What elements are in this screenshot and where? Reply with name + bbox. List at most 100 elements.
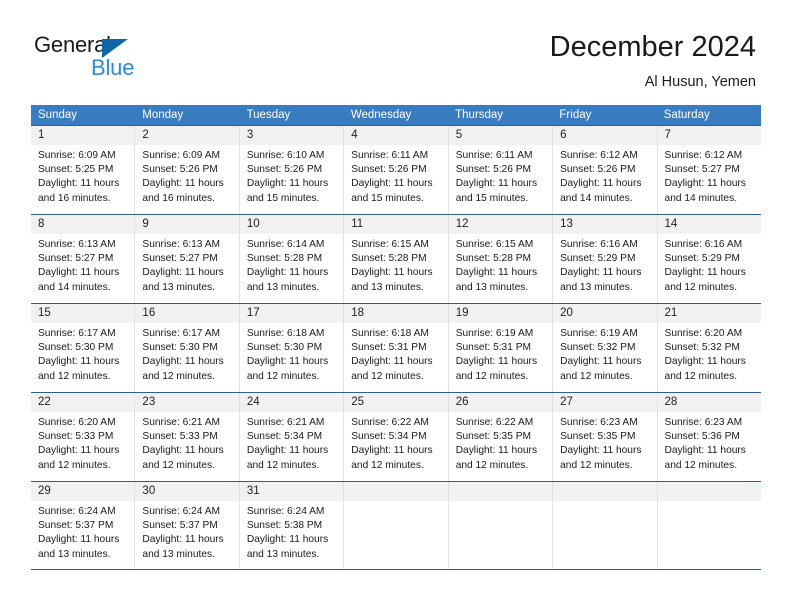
- day-cell[interactable]: 27 Sunrise: 6:23 AM Sunset: 5:35 PM Dayligh…: [553, 393, 658, 481]
- day-number-band: 16: [135, 304, 239, 323]
- day-cell[interactable]: 3 Sunrise: 6:10 AM Sunset: 5:26 PM Daylight…: [239, 126, 345, 214]
- day-cell[interactable]: 19 Sunrise: 6:19 AM Sunset: 5:31 PM Dayligh…: [448, 304, 554, 392]
- day-number-band: 27: [553, 393, 657, 412]
- day-number: 28: [664, 396, 678, 408]
- day-number: 29: [38, 485, 51, 497]
- day-cell[interactable]: 30 Sunrise: 6:24 AM Sunset: 5:37 PM Dayligh…: [135, 482, 240, 569]
- day-number-band: 30: [135, 482, 239, 501]
- day-cell[interactable]: 28 Sunrise: 6:23 AM Sunset: 5:36 PM Dayligh…: [657, 393, 761, 481]
- general-blue-logo[interactable]: General Blue: [34, 33, 214, 85]
- day-cell-empty: [344, 482, 449, 569]
- day-number: 3: [246, 129, 254, 141]
- sunset-text: Sunset: 5:31 PM: [351, 342, 427, 354]
- day-details: Sunrise: 6:24 AM Sunset: 5:37 PM Daylight:…: [135, 501, 238, 562]
- day-cell[interactable]: 16 Sunrise: 6:17 AM Sunset: 5:30 PM Dayligh…: [135, 304, 240, 392]
- page-title: December 2024: [549, 31, 756, 63]
- day-cell[interactable]: 10 Sunrise: 6:14 AM Sunset: 5:28 PM Dayligh…: [239, 215, 345, 303]
- sunset-text: Sunset: 5:33 PM: [38, 431, 114, 443]
- sunset-text: Sunset: 5:28 PM: [246, 253, 323, 265]
- day-cell[interactable]: 7 Sunrise: 6:12 AM Sunset: 5:27 PM Daylight…: [657, 126, 761, 214]
- daylight-text-line2: and 13 minutes.: [38, 548, 111, 560]
- logo-text-blue: Blue: [91, 55, 135, 80]
- day-cell[interactable]: 17 Sunrise: 6:18 AM Sunset: 5:30 PM Dayligh…: [239, 304, 345, 392]
- day-cell[interactable]: 2 Sunrise: 6:09 AM Sunset: 5:26 PM Daylight…: [135, 126, 240, 214]
- sunset-text: Sunset: 5:34 PM: [351, 431, 427, 443]
- day-cell[interactable]: 23 Sunrise: 6:21 AM Sunset: 5:33 PM Dayligh…: [135, 393, 240, 481]
- sunset-text: Sunset: 5:36 PM: [664, 431, 740, 443]
- day-cell[interactable]: 6 Sunrise: 6:12 AM Sunset: 5:26 PM Daylight…: [553, 126, 658, 214]
- day-number: 11: [351, 218, 364, 230]
- logo-text-general: General: [34, 32, 111, 57]
- day-number: 8: [38, 218, 45, 230]
- sunset-text: Sunset: 5:25 PM: [38, 164, 114, 176]
- day-number-band: 15: [31, 304, 135, 323]
- weekday-header-row: Sunday Monday Tuesday Wednesday Thursday Frid…: [31, 105, 761, 125]
- day-cell[interactable]: 13 Sunrise: 6:16 AM Sunset: 5:29 PM Dayligh…: [553, 215, 658, 303]
- day-cell[interactable]: 5 Sunrise: 6:11 AM Sunset: 5:26 PM Daylight…: [448, 126, 554, 214]
- day-cell[interactable]: 21 Sunrise: 6:20 AM Sunset: 5:32 PM Dayligh…: [657, 304, 761, 392]
- daylight-text-line2: and 12 minutes.: [246, 459, 320, 471]
- daylight-text-line1: Daylight: 11 hours: [560, 445, 642, 457]
- calendar-week-row: 22 Sunrise: 6:20 AM Sunset: 5:33 PM Dayligh…: [31, 392, 761, 481]
- title-block: December 2024 Al Husun, Yemen: [550, 30, 756, 92]
- weekday-header-wednesday: Wednesday: [350, 109, 412, 121]
- daylight-text-line2: and 12 minutes.: [38, 459, 111, 471]
- sunset-text: Sunset: 5:26 PM: [455, 164, 532, 176]
- daylight-text-line2: and 12 minutes.: [38, 370, 111, 382]
- sunrise-text: Sunrise: 6:16 AM: [664, 239, 743, 250]
- day-number-band: [657, 482, 761, 501]
- day-cell[interactable]: 25 Sunrise: 6:22 AM Sunset: 5:34 PM Dayligh…: [344, 393, 449, 481]
- day-number: 24: [246, 396, 260, 408]
- day-number-band: 2: [135, 126, 239, 145]
- sunrise-text: Sunrise: 6:18 AM: [351, 328, 429, 339]
- day-details: Sunrise: 6:13 AM Sunset: 5:27 PM Daylight:…: [135, 234, 238, 295]
- day-cell[interactable]: 29 Sunrise: 6:24 AM Sunset: 5:37 PM Dayligh…: [31, 482, 136, 569]
- day-cell[interactable]: 14 Sunrise: 6:16 AM Sunset: 5:29 PM Dayligh…: [657, 215, 761, 303]
- day-details: Sunrise: 6:20 AM Sunset: 5:33 PM Daylight:…: [31, 412, 134, 473]
- day-cell[interactable]: 24 Sunrise: 6:21 AM Sunset: 5:34 PM Dayligh…: [239, 393, 345, 481]
- daylight-text-line1: Daylight: 11 hours: [246, 178, 329, 190]
- day-number: 6: [560, 129, 567, 141]
- daylight-text-line2: and 12 minutes.: [142, 370, 215, 382]
- day-number: 7: [664, 129, 671, 141]
- sunset-text: Sunset: 5:27 PM: [664, 164, 740, 176]
- day-cell[interactable]: 11 Sunrise: 6:15 AM Sunset: 5:28 PM Dayligh…: [344, 215, 449, 303]
- daylight-text-line2: and 12 minutes.: [560, 459, 633, 471]
- day-cell[interactable]: 15 Sunrise: 6:17 AM Sunset: 5:30 PM Dayligh…: [31, 304, 136, 392]
- day-cell[interactable]: 20 Sunrise: 6:19 AM Sunset: 5:32 PM Dayligh…: [553, 304, 658, 392]
- sunrise-text: Sunrise: 6:15 AM: [351, 239, 429, 250]
- sunset-text: Sunset: 5:26 PM: [560, 164, 636, 176]
- day-number: 20: [560, 307, 573, 319]
- day-cell[interactable]: 12 Sunrise: 6:15 AM Sunset: 5:28 PM Dayligh…: [448, 215, 554, 303]
- daylight-text-line2: and 15 minutes.: [246, 192, 320, 204]
- daylight-text-line1: Daylight: 11 hours: [38, 267, 120, 279]
- sunset-text: Sunset: 5:26 PM: [246, 164, 323, 176]
- day-cell[interactable]: 1 Sunrise: 6:09 AM Sunset: 5:25 PM Daylight…: [31, 126, 136, 214]
- day-cell[interactable]: 9 Sunrise: 6:13 AM Sunset: 5:27 PM Daylight…: [135, 215, 240, 303]
- sunrise-text: Sunrise: 6:24 AM: [38, 506, 116, 517]
- daylight-text-line2: and 12 minutes.: [351, 459, 424, 471]
- calendar-week-row: 8 Sunrise: 6:13 AM Sunset: 5:27 PM Daylight…: [31, 214, 761, 303]
- day-details: Sunrise: 6:19 AM Sunset: 5:32 PM Daylight:…: [553, 323, 656, 384]
- day-number-band: 9: [135, 215, 239, 234]
- day-cell[interactable]: 8 Sunrise: 6:13 AM Sunset: 5:27 PM Daylight…: [31, 215, 136, 303]
- day-details: Sunrise: 6:10 AM Sunset: 5:26 PM Daylight:…: [240, 145, 343, 206]
- day-cell[interactable]: 18 Sunrise: 6:18 AM Sunset: 5:31 PM Dayligh…: [344, 304, 449, 392]
- day-cell-empty: [448, 482, 554, 569]
- sunrise-text: Sunrise: 6:15 AM: [455, 239, 534, 250]
- sunrise-text: Sunrise: 6:13 AM: [142, 239, 221, 250]
- day-details: Sunrise: 6:23 AM Sunset: 5:36 PM Daylight:…: [658, 412, 761, 473]
- daylight-text-line1: Daylight: 11 hours: [38, 445, 120, 457]
- day-cell[interactable]: 26 Sunrise: 6:22 AM Sunset: 5:35 PM Dayligh…: [448, 393, 554, 481]
- day-number-band: 26: [448, 393, 553, 412]
- sunrise-text: Sunrise: 6:16 AM: [560, 239, 638, 250]
- day-cell[interactable]: 31 Sunrise: 6:24 AM Sunset: 5:38 PM Dayligh…: [239, 482, 345, 569]
- sunrise-text: Sunrise: 6:18 AM: [246, 328, 325, 339]
- day-cell[interactable]: 4 Sunrise: 6:11 AM Sunset: 5:26 PM Daylight…: [344, 126, 449, 214]
- day-cell[interactable]: 22 Sunrise: 6:20 AM Sunset: 5:33 PM Dayligh…: [31, 393, 136, 481]
- day-details: Sunrise: 6:18 AM Sunset: 5:31 PM Daylight:…: [344, 323, 447, 384]
- daylight-text-line1: Daylight: 11 hours: [560, 267, 642, 279]
- day-number: 30: [142, 485, 156, 497]
- day-number: 15: [38, 307, 51, 319]
- day-number-band: 14: [657, 215, 761, 234]
